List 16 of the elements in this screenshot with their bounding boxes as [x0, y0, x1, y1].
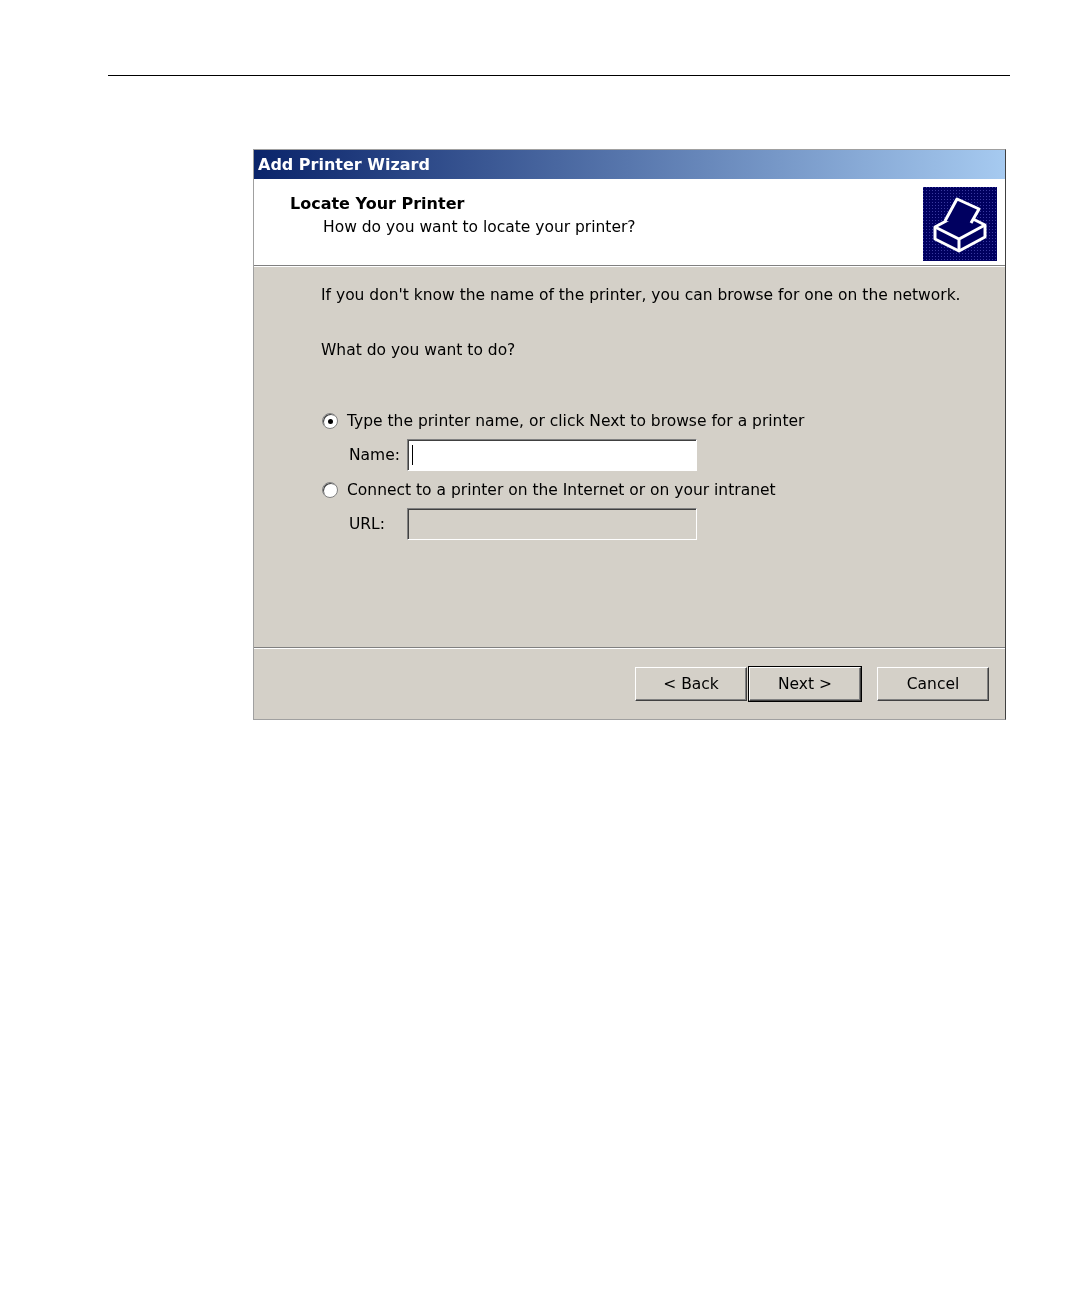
field-label: URL:: [349, 515, 386, 533]
input-field[interactable]: [407, 439, 697, 471]
page-subtitle: How do you want to locate your printer?: [323, 218, 636, 236]
printer-icon: [923, 187, 997, 261]
radio-option[interactable]: Connect to a printer on the Internet or on your intranet: [322, 480, 1005, 500]
question-text: What do you want to do?: [321, 341, 517, 359]
intro-text: If you don't know the name of the printer, you can browse for one on the network.: [321, 286, 962, 304]
wizard-button[interactable]: Next >: [749, 667, 861, 701]
wizard-button[interactable]: < Back: [635, 667, 747, 701]
page-title: Locate Your Printer: [290, 194, 466, 213]
window-title: Add Printer Wizard: [258, 155, 430, 174]
radio-button[interactable]: [322, 413, 338, 429]
field-label: Name:: [349, 446, 401, 464]
wizard-button[interactable]: Cancel: [877, 667, 989, 701]
radio-option[interactable]: Type the printer name, or click Next to browse for a printer: [322, 411, 1005, 431]
radio-button[interactable]: [322, 482, 338, 498]
